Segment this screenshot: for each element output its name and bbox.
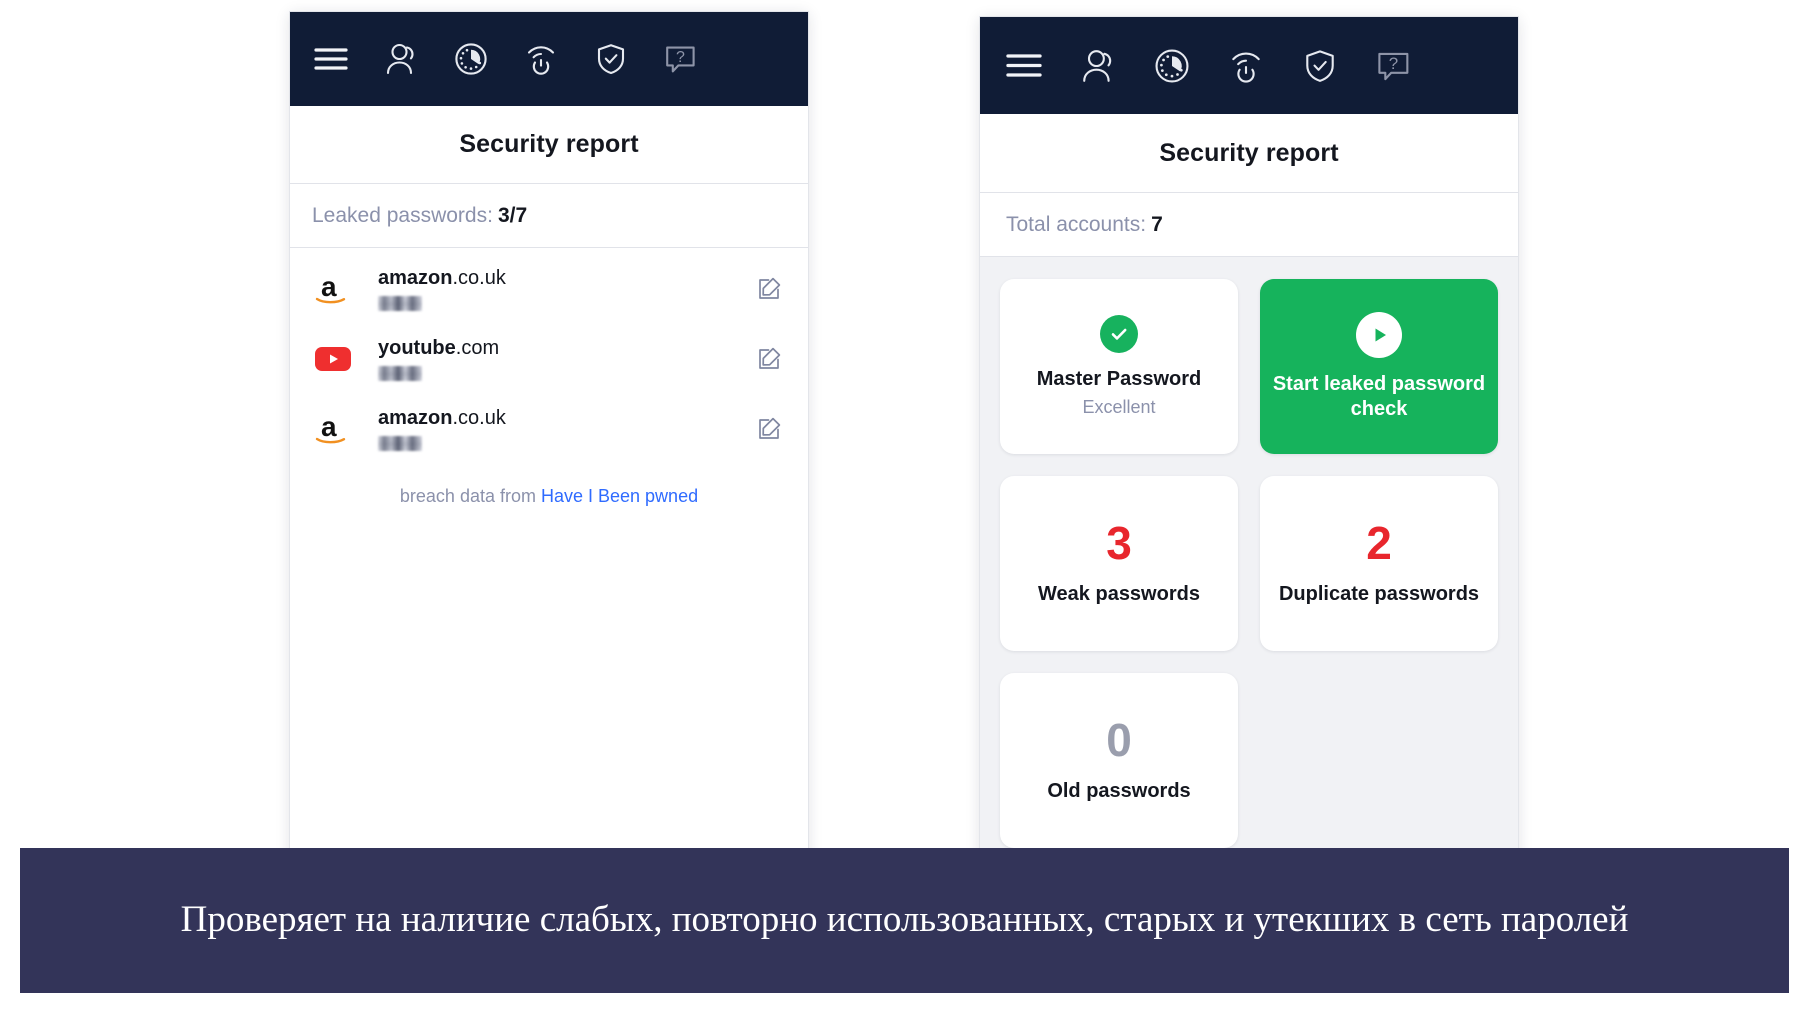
user-account-icon[interactable] — [1076, 44, 1120, 88]
tile-label: Master Password — [1036, 368, 1202, 391]
left-app-bar: ? — [290, 12, 808, 106]
leak-domain-name: amazon — [378, 407, 453, 429]
user-account-icon[interactable] — [380, 38, 422, 80]
shield-check-icon[interactable] — [590, 38, 632, 80]
leaked-accounts-list: a amazon.co.uk youtube.com a amazon.co.u… — [290, 248, 808, 874]
tile-duplicate-passwords[interactable]: 2 Duplicate passwords — [1260, 476, 1498, 651]
tile-master-password[interactable]: Master Password Excellent — [1000, 279, 1238, 454]
caption-text: Проверяет на наличие слабых, повторно ис… — [180, 899, 1629, 941]
check-circle-icon — [1100, 315, 1138, 354]
edit-icon[interactable] — [752, 342, 786, 376]
masked-username — [378, 436, 422, 451]
list-item-text: amazon.co.uk — [360, 407, 752, 451]
svg-text:?: ? — [1389, 54, 1398, 73]
left-phone-panel: ? Security report Leaked passwords: 3/7 … — [290, 12, 808, 874]
total-accounts-value: 7 — [1151, 212, 1163, 236]
dashboard-gauge-icon[interactable] — [1150, 44, 1194, 88]
amazon-logo-icon: a — [306, 406, 360, 452]
list-item[interactable]: a amazon.co.uk — [290, 254, 808, 324]
leaked-summary-label: Leaked passwords: — [312, 203, 493, 227]
leaked-summary-value: 3/7 — [497, 203, 528, 227]
tile-start-leaked-password-check[interactable]: Start leaked password check — [1260, 279, 1498, 454]
right-page-title: Security report — [980, 114, 1518, 193]
caption-banner: Проверяет на наличие слабых, повторно ис… — [20, 848, 1789, 993]
tile-count: 2 — [1366, 517, 1392, 570]
youtube-logo-icon — [306, 336, 360, 382]
tile-count: 3 — [1106, 517, 1132, 570]
masked-username — [378, 296, 422, 311]
breach-note-prefix: breach data from — [399, 486, 541, 506]
svg-text:a: a — [321, 271, 337, 302]
breach-source-note: breach data from Have I Been pwned — [290, 464, 808, 507]
total-accounts-summary: Total accounts: 7 — [980, 193, 1518, 257]
list-item[interactable]: youtube.com — [290, 324, 808, 394]
leak-domain: youtube.com — [378, 337, 752, 360]
tile-sublabel: Excellent — [1082, 396, 1156, 417]
tile-weak-passwords[interactable]: 3 Weak passwords — [1000, 476, 1238, 651]
tile-label: Weak passwords — [1038, 583, 1200, 606]
tile-label: Start leaked password check — [1272, 373, 1486, 420]
help-question-icon[interactable]: ? — [1372, 44, 1416, 88]
edit-icon[interactable] — [752, 412, 786, 446]
help-question-icon[interactable]: ? — [660, 38, 702, 80]
leak-domain-name: youtube — [378, 337, 456, 359]
tile-placeholder-empty — [1260, 673, 1498, 848]
svg-text:?: ? — [676, 49, 685, 66]
total-accounts-label: Total accounts: — [1006, 212, 1147, 236]
left-page-title: Security report — [290, 106, 808, 184]
vpn-power-icon[interactable] — [1224, 44, 1268, 88]
right-app-bar: ? — [980, 17, 1518, 114]
dashboard-gauge-icon[interactable] — [450, 38, 492, 80]
masked-username — [378, 366, 422, 381]
security-tiles-grid: Master Password Excellent Start leaked p… — [980, 257, 1518, 874]
leaked-passwords-summary: Leaked passwords: 3/7 — [290, 184, 808, 248]
edit-icon[interactable] — [752, 272, 786, 306]
right-phone-panel: ? Security report Total accounts: 7 Mast… — [980, 17, 1518, 874]
shield-check-icon[interactable] — [1298, 44, 1342, 88]
tile-old-passwords[interactable]: 0 Old passwords — [1000, 673, 1238, 848]
leak-domain-tld: .co.uk — [452, 267, 506, 289]
have-i-been-pwned-link[interactable]: Have I Been pwned — [541, 486, 698, 506]
vpn-power-icon[interactable] — [520, 38, 562, 80]
amazon-logo-icon: a — [306, 266, 360, 312]
list-item[interactable]: a amazon.co.uk — [290, 394, 808, 464]
leak-domain-name: amazon — [378, 267, 453, 289]
list-item-text: amazon.co.uk — [360, 267, 752, 311]
leak-domain-tld: .com — [455, 337, 500, 359]
hamburger-menu-icon[interactable] — [1002, 44, 1046, 88]
tile-count: 0 — [1106, 714, 1132, 767]
leak-domain: amazon.co.uk — [378, 407, 752, 430]
play-circle-icon — [1356, 312, 1402, 359]
tile-label: Duplicate passwords — [1278, 583, 1480, 606]
list-item-text: youtube.com — [360, 337, 752, 381]
leak-domain-tld: .co.uk — [452, 407, 506, 429]
hamburger-menu-icon[interactable] — [310, 38, 352, 80]
tile-label: Old passwords — [1047, 780, 1191, 803]
leak-domain: amazon.co.uk — [378, 267, 752, 290]
svg-text:a: a — [321, 411, 337, 442]
